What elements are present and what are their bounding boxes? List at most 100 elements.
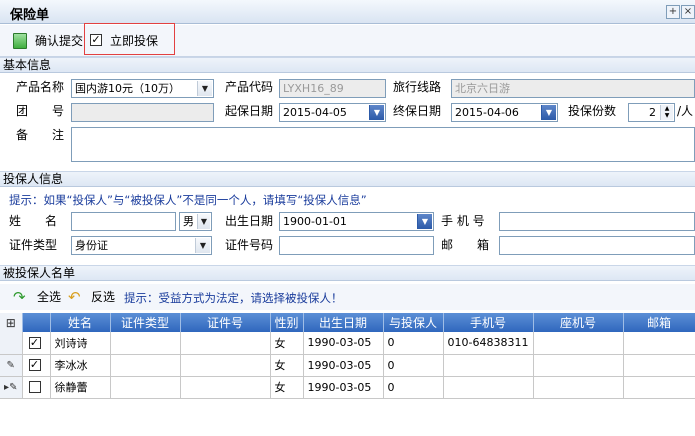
column-header[interactable]: 证件类型 bbox=[110, 313, 181, 332]
invert-select-icon: ↶ bbox=[68, 288, 81, 306]
copies-label: 投保份数 bbox=[568, 104, 617, 118]
calendar-dropdown-icon[interactable]: ▼ bbox=[369, 105, 384, 120]
chevron-down-icon[interactable]: ▼ bbox=[195, 238, 210, 253]
row-checkbox[interactable]: ✓ bbox=[28, 359, 41, 371]
table-header-row: ⊞ 姓名 证件类型 证件号 性别 出生日期 与投保人 手机号 座机号 邮箱 bbox=[0, 313, 695, 332]
insured-table: ⊞ 姓名 证件类型 证件号 性别 出生日期 与投保人 手机号 座机号 邮箱 ✓ … bbox=[0, 313, 695, 399]
column-header[interactable]: 姓名 bbox=[50, 313, 111, 332]
cell-email[interactable] bbox=[623, 354, 695, 377]
table-row[interactable]: ✓ 刘诗诗 女 1990-03-05 0 010-64838311 bbox=[0, 332, 695, 355]
cell-idtype[interactable] bbox=[110, 332, 181, 355]
column-chooser-icon[interactable]: ⊞ bbox=[0, 313, 23, 332]
column-header[interactable]: 座机号 bbox=[533, 313, 624, 332]
cell-idno[interactable] bbox=[180, 354, 271, 377]
cell-birth[interactable]: 1990-03-05 bbox=[303, 354, 384, 377]
window-title: 保险单 bbox=[10, 8, 50, 23]
table-row[interactable]: ▸✎ 徐静蕾 女 1990-03-05 0 bbox=[0, 376, 695, 399]
end-date-picker[interactable]: 2015-04-06 ▼ bbox=[451, 103, 558, 122]
group-label: 团 号 bbox=[16, 104, 65, 118]
group-field[interactable] bbox=[71, 103, 214, 122]
birth-date-picker[interactable]: 1900-01-01 ▼ bbox=[279, 212, 434, 231]
calendar-dropdown-icon[interactable]: ▼ bbox=[541, 105, 556, 120]
row-checkbox[interactable]: ✓ bbox=[28, 336, 41, 349]
row-checkbox[interactable] bbox=[28, 381, 41, 393]
cell-gender[interactable]: 女 bbox=[270, 354, 304, 377]
select-all-button[interactable]: 全选 bbox=[37, 290, 61, 304]
cell-idno[interactable] bbox=[180, 332, 271, 355]
cell-name[interactable]: 李冰冰 bbox=[50, 354, 111, 377]
remark-label: 备 注 bbox=[16, 128, 65, 142]
cell-relation[interactable]: 0 bbox=[383, 376, 444, 399]
row-marker: ▸✎ bbox=[0, 376, 23, 399]
cell-gender[interactable]: 女 bbox=[270, 376, 304, 399]
cell-email[interactable] bbox=[623, 376, 695, 399]
end-date-value: 2015-04-06 bbox=[455, 106, 519, 119]
mail-label: 邮 箱 bbox=[441, 238, 490, 252]
cell-email[interactable] bbox=[623, 332, 695, 355]
title-bar: 保险单 + × bbox=[0, 0, 695, 24]
cell-phone[interactable] bbox=[533, 354, 624, 377]
row-marker bbox=[0, 332, 23, 355]
cell-gender[interactable]: 女 bbox=[270, 332, 304, 355]
gender-select[interactable]: 男 ▼ bbox=[179, 212, 212, 231]
column-header[interactable]: 证件号 bbox=[180, 313, 271, 332]
product-name-label: 产品名称 bbox=[16, 80, 65, 94]
confirm-submit-button[interactable]: 确认提交 bbox=[35, 34, 83, 48]
invert-select-button[interactable]: 反选 bbox=[91, 290, 115, 304]
product-name-value: 国内游10元（10万） bbox=[75, 82, 180, 95]
spin-arrows-icon[interactable]: ▲ ▼ bbox=[660, 105, 673, 120]
route-label: 旅行线路 bbox=[393, 80, 442, 94]
start-date-label: 起保日期 bbox=[225, 104, 274, 118]
column-header[interactable]: 与投保人 bbox=[383, 313, 444, 332]
gender-value: 男 bbox=[183, 215, 194, 228]
close-button[interactable]: × bbox=[681, 5, 695, 19]
remark-textarea[interactable] bbox=[71, 127, 695, 162]
end-date-label: 终保日期 bbox=[393, 104, 442, 118]
cell-mobile[interactable] bbox=[443, 354, 534, 377]
column-header-check bbox=[22, 313, 51, 332]
start-date-picker[interactable]: 2015-04-05 ▼ bbox=[279, 103, 386, 122]
cell-birth[interactable]: 1990-03-05 bbox=[303, 332, 384, 355]
cell-name[interactable]: 刘诗诗 bbox=[50, 332, 111, 355]
column-header[interactable]: 邮箱 bbox=[623, 313, 695, 332]
column-header[interactable]: 出生日期 bbox=[303, 313, 384, 332]
cell-phone[interactable] bbox=[533, 376, 624, 399]
cell-mobile[interactable]: 010-64838311 bbox=[443, 332, 534, 355]
mobile-input[interactable] bbox=[499, 212, 695, 231]
toolbar: 确认提交 ✓ 立即投保 bbox=[0, 23, 695, 57]
table-row[interactable]: ✎ ✓ 李冰冰 女 1990-03-05 0 bbox=[0, 354, 695, 377]
basic-info-header: 基本信息 bbox=[0, 57, 695, 73]
route-field[interactable]: 北京六日游 bbox=[451, 79, 695, 98]
copies-stepper[interactable]: 2 ▲ ▼ bbox=[628, 103, 675, 122]
applicant-name-input[interactable] bbox=[71, 212, 176, 231]
cell-phone[interactable] bbox=[533, 332, 624, 355]
cell-idtype[interactable] bbox=[110, 376, 181, 399]
product-name-select[interactable]: 国内游10元（10万） ▼ bbox=[71, 79, 214, 98]
mobile-label: 手 机 号 bbox=[441, 214, 485, 228]
cell-relation[interactable]: 0 bbox=[383, 354, 444, 377]
mail-input[interactable] bbox=[499, 236, 695, 255]
cell-birth[interactable]: 1990-03-05 bbox=[303, 376, 384, 399]
instant-insure-label[interactable]: 立即投保 bbox=[110, 34, 158, 48]
cell-relation[interactable]: 0 bbox=[383, 332, 444, 355]
insured-toolbar: ↷ 全选 ↶ 反选 提示：受益方式为法定，请选择被投保人！ bbox=[0, 284, 695, 310]
pin-button[interactable]: + bbox=[666, 5, 680, 19]
calendar-dropdown-icon[interactable]: ▼ bbox=[417, 214, 432, 229]
column-header[interactable]: 手机号 bbox=[443, 313, 534, 332]
cell-mobile[interactable] bbox=[443, 376, 534, 399]
idno-input[interactable] bbox=[279, 236, 434, 255]
applicant-name-label: 姓 名 bbox=[9, 214, 58, 228]
copies-unit: /人 bbox=[677, 104, 694, 118]
idtype-select[interactable]: 身份证 ▼ bbox=[71, 236, 212, 255]
instant-insure-checkbox[interactable]: ✓ bbox=[90, 34, 102, 46]
select-all-icon: ↷ bbox=[13, 288, 26, 306]
start-date-value: 2015-04-05 bbox=[283, 106, 347, 119]
chevron-down-icon[interactable]: ▼ bbox=[197, 81, 212, 96]
copies-value: 2 bbox=[649, 106, 656, 119]
cell-idno[interactable] bbox=[180, 376, 271, 399]
chevron-down-icon[interactable]: ▼ bbox=[197, 214, 210, 229]
product-code-field[interactable]: LYXH16_89 bbox=[279, 79, 386, 98]
cell-idtype[interactable] bbox=[110, 354, 181, 377]
column-header[interactable]: 性别 bbox=[270, 313, 304, 332]
cell-name[interactable]: 徐静蕾 bbox=[50, 376, 111, 399]
